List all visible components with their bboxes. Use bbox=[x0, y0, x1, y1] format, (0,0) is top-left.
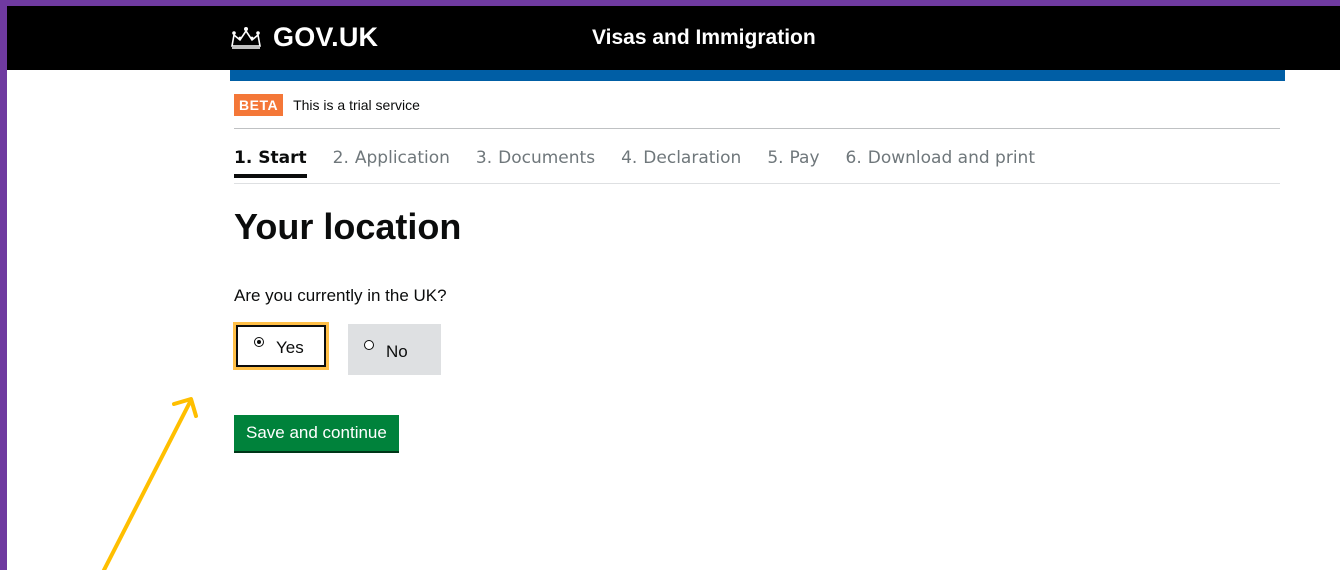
annotation-arrow-icon bbox=[102, 397, 198, 570]
